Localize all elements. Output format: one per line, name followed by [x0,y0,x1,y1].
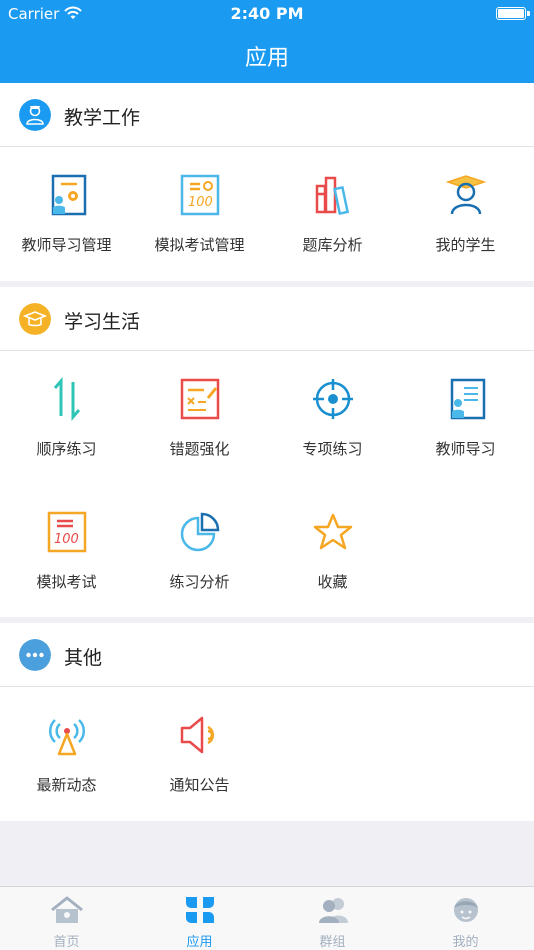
more-dots-icon [19,639,51,671]
app-sequential-practice[interactable]: 顺序练习 [0,352,133,472]
app-label: 错题强化 [169,440,230,458]
tab-bar: 首页 应用 群组 我的 [0,886,534,950]
teacher-guide-manage-icon [51,174,87,216]
graduation-cap-icon [19,303,51,335]
svg-text:100: 100 [188,195,213,210]
target-icon [313,379,353,419]
app-label: 模拟考试 [36,573,97,591]
pie-chart-icon [180,512,220,552]
graduate-student-icon [445,175,487,215]
app-label: 题库分析 [302,236,363,254]
app-teacher-guide[interactable]: 教师导习 [399,352,532,472]
app-label: 模拟考试管理 [154,236,245,254]
status-time: 2:40 PM [230,4,304,23]
section-teaching: 教学工作 教师导习管理 100 模拟考试管理 题库分析 我的学生 [0,83,534,281]
mock-exam-manage-icon: 100 [180,174,220,216]
section-study: 学习生活 顺序练习 错题强化 专项练习 教师导习 100 模拟考试 练习分析 收… [0,287,534,617]
wrong-question-icon [180,378,220,420]
speaker-icon [180,716,215,754]
section-title: 其他 [64,647,103,669]
tab-label: 应用 [186,935,213,950]
app-latest-news[interactable]: 最新动态 [0,688,133,808]
tab-label: 首页 [53,935,80,950]
app-practice-analysis[interactable]: 练习分析 [133,485,266,605]
section-header: 其他 [0,623,534,687]
app-question-bank[interactable]: 题库分析 [266,148,399,268]
home-icon [51,896,83,923]
app-special-practice[interactable]: 专项练习 [266,352,399,472]
app-label: 通知公告 [169,776,230,794]
app-label: 最新动态 [36,776,97,794]
app-announcements[interactable]: 通知公告 [133,688,266,808]
app-label: 专项练习 [302,440,363,458]
app-label: 我的学生 [435,236,496,254]
svg-text:100: 100 [54,532,79,547]
app-my-students[interactable]: 我的学生 [399,148,532,268]
section-title: 教学工作 [64,107,141,129]
top-bar: Carrier 2:40 PM 应用 [0,0,534,83]
app-label: 顺序练习 [36,440,97,458]
question-bank-icon [315,176,350,216]
app-mock-exam-manage[interactable]: 100 模拟考试管理 [133,148,266,268]
mock-exam-icon: 100 [47,511,87,553]
tab-home[interactable]: 首页 [0,887,133,950]
tab-profile[interactable]: 我的 [399,887,532,950]
group-icon [319,898,348,923]
tab-label: 群组 [319,935,346,950]
apps-clover-icon [186,897,214,923]
teacher-guide-icon [450,378,486,420]
star-icon [313,513,353,550]
page-title: 应用 [244,46,289,71]
app-label: 练习分析 [169,573,230,591]
status-bar: Carrier 2:40 PM [0,0,534,28]
app-teacher-guide-manage[interactable]: 教师导习管理 [0,148,133,268]
sort-arrows-icon [53,376,81,422]
app-label: 教师导习 [435,440,496,458]
section-other: 其他 最新动态 通知公告 [0,623,534,821]
section-title: 学习生活 [64,311,141,333]
tab-apps[interactable]: 应用 [133,887,266,950]
section-header: 教学工作 [0,83,534,147]
section-header: 学习生活 [0,287,534,351]
tab-groups[interactable]: 群组 [266,887,399,950]
battery-icon [496,7,530,20]
app-mock-exam[interactable]: 100 模拟考试 [0,485,133,605]
signal-tower-icon [48,719,86,756]
app-label: 教师导习管理 [21,236,112,254]
app-label: 收藏 [317,573,348,591]
profile-face-icon [454,898,478,922]
app-wrong-question[interactable]: 错题强化 [133,352,266,472]
app-favorites[interactable]: 收藏 [266,485,399,605]
teacher-avatar-icon [19,99,51,131]
tab-label: 我的 [452,935,479,950]
